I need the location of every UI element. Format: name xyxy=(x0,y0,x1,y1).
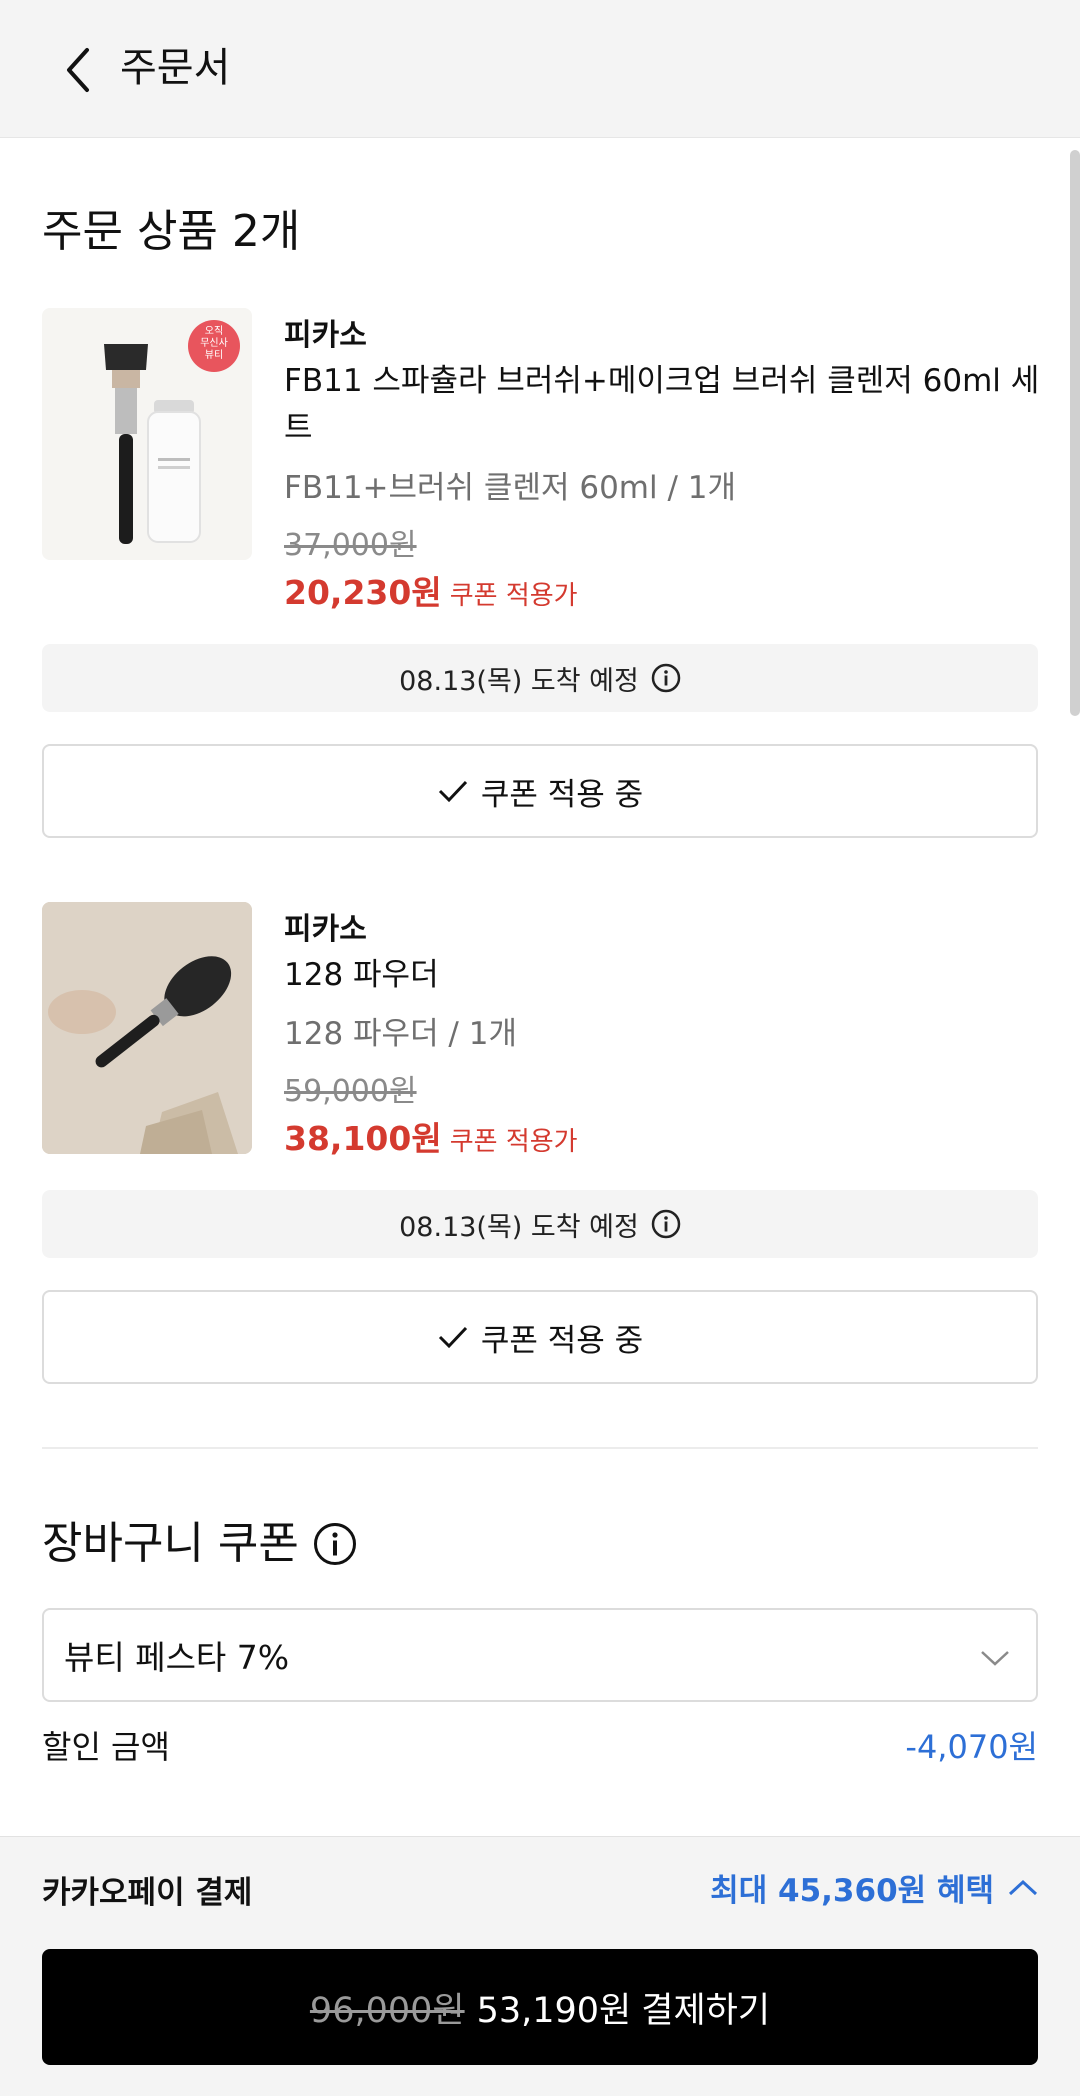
chevron-down-icon xyxy=(980,1636,1010,1675)
selected-coupon: 뷰티 페스타 7% xyxy=(64,1638,290,1677)
product-name[interactable]: FB11 스파츌라 브러쉬+메이크업 브러쉬 클렌저 60ml 세 트 xyxy=(284,358,1044,452)
page-title: 주문서 xyxy=(120,45,231,91)
payment-method: 카카오페이 결제 xyxy=(42,1875,253,1911)
benefit-toggle[interactable]: 최대 45,360원 혜택 xyxy=(710,1865,1038,1910)
info-icon[interactable] xyxy=(651,663,681,693)
check-icon xyxy=(437,1324,469,1350)
original-price: 59,000원 xyxy=(284,1074,417,1109)
pay-action-label: 결제하기 xyxy=(641,1990,771,2031)
product-option: FB11+브러쉬 클렌저 60ml / 1개 xyxy=(284,470,736,506)
info-icon[interactable] xyxy=(313,1522,357,1566)
pay-button[interactable]: 96,000원 53,190원 결제하기 xyxy=(42,1949,1038,2065)
sale-price-row: 20,230원 쿠폰 적용가 xyxy=(284,566,578,614)
scrollbar[interactable] xyxy=(1070,150,1080,716)
discount-value: -4,070원 xyxy=(905,1728,1038,1766)
coupon-applied-button[interactable]: 쿠폰 적용 중 xyxy=(42,1290,1038,1384)
delivery-text: 08.13(목) 도착 예정 xyxy=(399,1211,639,1243)
sale-price: 38,100원 xyxy=(284,1119,442,1158)
payment-bar: 카카오페이 결제 최대 45,360원 혜택 96,000원 53,190원 결… xyxy=(0,1836,1080,2096)
brand-name[interactable]: 피카소 xyxy=(284,310,367,354)
cart-coupon-title: 장바구니 쿠폰 xyxy=(42,1516,357,1572)
sale-price-row: 38,100원 쿠폰 적용가 xyxy=(284,1112,578,1160)
info-icon[interactable] xyxy=(651,1209,681,1239)
total-amount: 53,190원 xyxy=(476,1990,632,2031)
product-image-2[interactable] xyxy=(42,902,252,1154)
product-image-1[interactable]: 오직 무신사 뷰티 xyxy=(42,308,252,560)
original-total: 96,000원 xyxy=(309,1990,465,2031)
sale-price: 20,230원 xyxy=(284,573,442,612)
delivery-text: 08.13(목) 도착 예정 xyxy=(399,665,639,697)
section-divider xyxy=(42,1447,1038,1449)
product-name[interactable]: 128 파우더 xyxy=(284,952,1044,999)
coupon-price-label: 쿠폰 적용가 xyxy=(449,581,578,611)
cart-coupon-select[interactable]: 뷰티 페스타 7% xyxy=(42,1608,1038,1702)
benefit-text: 최대 45,360원 혜택 xyxy=(710,1873,994,1909)
coupon-button-label: 쿠폰 적용 중 xyxy=(480,776,644,813)
chevron-left-icon xyxy=(67,48,89,92)
cart-coupon-title-text: 장바구니 쿠폰 xyxy=(42,1518,299,1569)
powder-brush-image xyxy=(42,902,252,1154)
brand-name[interactable]: 피카소 xyxy=(284,904,367,948)
coupon-button-label: 쿠폰 적용 중 xyxy=(480,1322,644,1359)
original-price: 37,000원 xyxy=(284,528,417,563)
delivery-estimate: 08.13(목) 도착 예정 xyxy=(42,644,1038,712)
top-app-bar: 주문서 xyxy=(0,0,1080,138)
product-option: 128 파우더 / 1개 xyxy=(284,1016,517,1052)
delivery-estimate: 08.13(목) 도착 예정 xyxy=(42,1190,1038,1258)
coupon-price-label: 쿠폰 적용가 xyxy=(449,1127,578,1157)
check-icon xyxy=(437,778,469,804)
back-button[interactable] xyxy=(54,42,102,98)
thumb-badge: 오직 무신사 뷰티 xyxy=(200,326,228,361)
chevron-up-icon xyxy=(1008,1879,1038,1897)
coupon-applied-button[interactable]: 쿠폰 적용 중 xyxy=(42,744,1038,838)
discount-label: 할인 금액 xyxy=(42,1728,170,1766)
order-items-title: 주문 상품 2개 xyxy=(42,206,301,257)
